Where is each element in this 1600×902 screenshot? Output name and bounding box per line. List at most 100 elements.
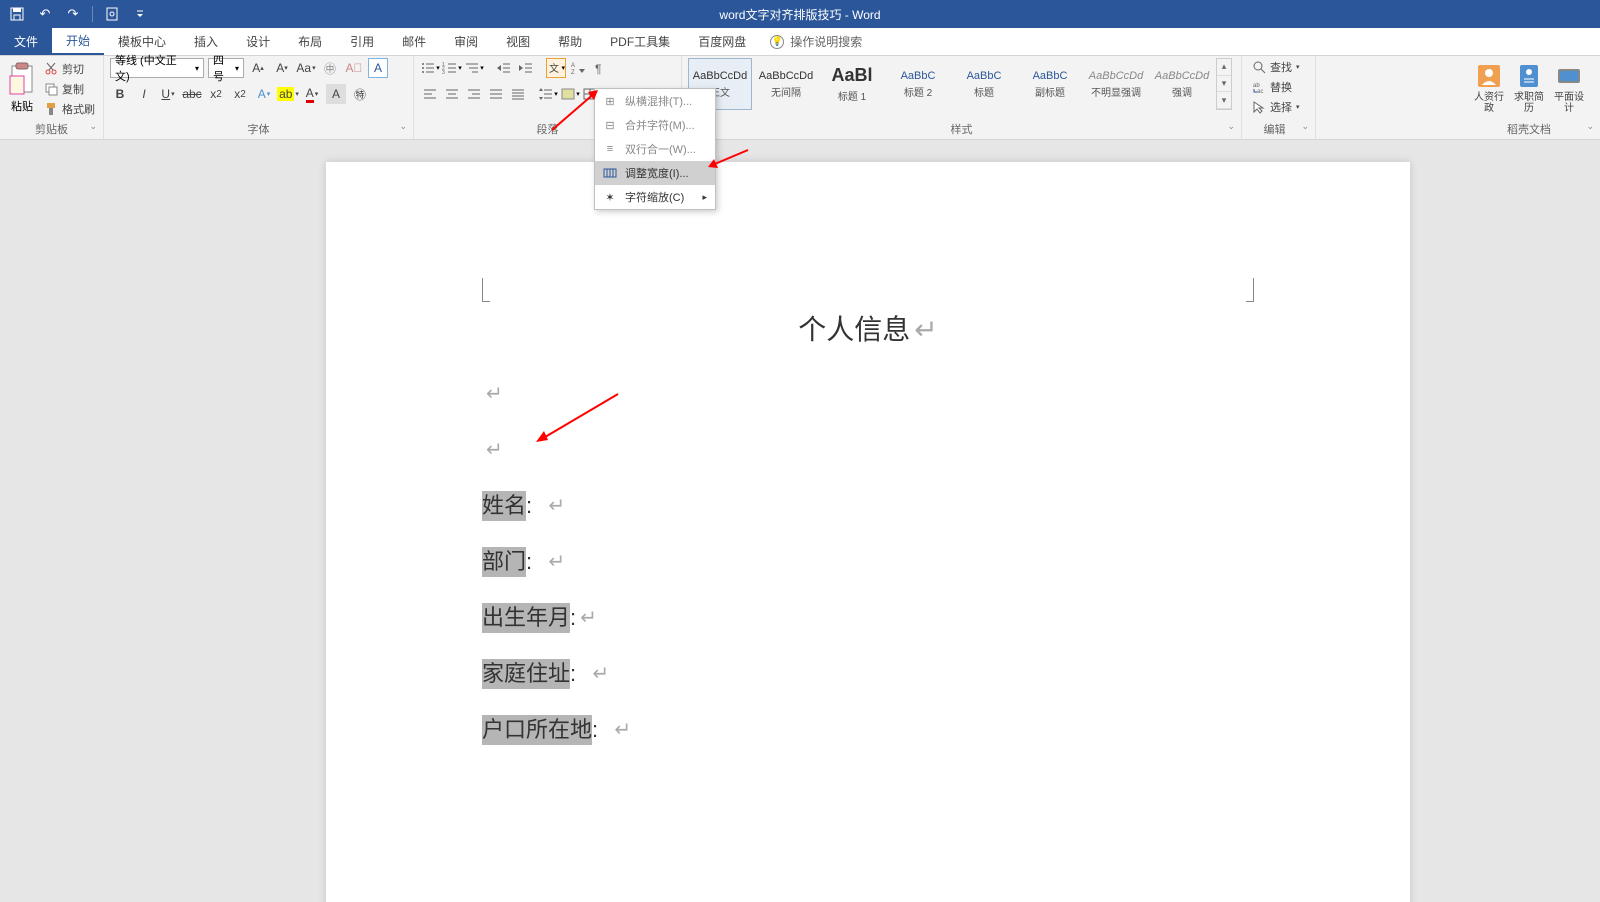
- field-line-address: 家庭住址: ↵: [482, 646, 631, 702]
- style-emphasis[interactable]: AaBbCcDd强调: [1150, 58, 1214, 110]
- tab-design[interactable]: 设计: [232, 28, 284, 55]
- shrink-font-button[interactable]: A▾: [272, 58, 292, 78]
- change-case-button[interactable]: Aa▾: [296, 58, 316, 78]
- combine-icon: ⊟: [603, 118, 617, 132]
- subscript-button[interactable]: x2: [206, 84, 226, 104]
- tab-view[interactable]: 视图: [492, 28, 544, 55]
- align-distribute-button[interactable]: [508, 84, 528, 104]
- indent-increase-button[interactable]: [516, 58, 536, 78]
- qat-dropdown-icon[interactable]: [131, 5, 149, 23]
- align-right-button[interactable]: [464, 84, 484, 104]
- tab-pdf[interactable]: PDF工具集: [596, 28, 684, 55]
- svg-text:Z: Z: [571, 70, 575, 75]
- tab-baidu[interactable]: 百度网盘: [684, 28, 760, 55]
- align-justify-button[interactable]: [486, 84, 506, 104]
- phonetic-button[interactable]: ㊥: [320, 58, 340, 78]
- clipboard-group-label: 剪贴板: [6, 119, 97, 139]
- tab-file[interactable]: 文件: [0, 28, 52, 55]
- group-panels: 人资行政 求职简历 平面设计 稻壳文档: [1458, 56, 1600, 139]
- show-marks-button[interactable]: ¶: [590, 58, 610, 78]
- svg-text:ac: ac: [1257, 89, 1263, 94]
- format-painter-button[interactable]: 格式刷: [42, 100, 97, 118]
- menu-vertical-horizontal[interactable]: ⊞纵横混排(T)...: [595, 89, 715, 113]
- align-center-button[interactable]: [442, 84, 462, 104]
- style-subtitle[interactable]: AaBbC副标题: [1018, 58, 1082, 110]
- multilevel-button[interactable]: ▾: [464, 58, 484, 78]
- select-button[interactable]: 选择▾: [1248, 98, 1304, 116]
- page[interactable]: 个人信息↵ ↵ ↵ 姓名: ↵ 部门: ↵ 出生年月:↵ 家庭住址: ↵ 户口所…: [326, 162, 1410, 902]
- tab-help[interactable]: 帮助: [544, 28, 596, 55]
- enclose-button[interactable]: ㊕: [350, 84, 370, 104]
- menu-combine-chars[interactable]: ⊟合并字符(M)...: [595, 113, 715, 137]
- field-line-birth: 出生年月:↵: [482, 590, 631, 646]
- qat-separator: [92, 6, 93, 22]
- char-border-button[interactable]: A: [368, 58, 388, 78]
- bullets-button[interactable]: ▾: [420, 58, 440, 78]
- find-button[interactable]: 查找▾: [1248, 58, 1304, 76]
- redo-icon[interactable]: ↷: [64, 5, 82, 23]
- sort-button[interactable]: AZ: [568, 58, 588, 78]
- tab-layout[interactable]: 布局: [284, 28, 336, 55]
- panel-hr[interactable]: 人资行政: [1472, 62, 1506, 114]
- bold-button[interactable]: B: [110, 84, 130, 104]
- tab-review[interactable]: 审阅: [440, 28, 492, 55]
- font-group-label: 字体: [110, 119, 407, 139]
- font-color-button[interactable]: A▾: [302, 84, 322, 104]
- font-size-select[interactable]: 四号▾: [208, 58, 244, 78]
- tab-references[interactable]: 引用: [336, 28, 388, 55]
- svg-text:¶: ¶: [595, 62, 601, 75]
- font-name-select[interactable]: 等线 (中文正文)▾: [110, 58, 204, 78]
- shading-button[interactable]: ▾: [560, 84, 580, 104]
- replace-button[interactable]: abac替换: [1248, 78, 1304, 96]
- margin-marker-right: [1246, 278, 1254, 302]
- twoline-icon: ≡: [603, 142, 617, 156]
- text-effects-button[interactable]: A▾: [254, 84, 274, 104]
- panel-flat[interactable]: 平面设计: [1552, 62, 1586, 114]
- styles-gallery[interactable]: AaBbCcDd正文 AaBbCcDd无间隔 AaBl标题 1 AaBbC标题 …: [688, 58, 1232, 110]
- styles-scroll[interactable]: ▴▾▾: [1216, 58, 1232, 110]
- strike-button[interactable]: abc: [182, 84, 202, 104]
- tab-insert[interactable]: 插入: [180, 28, 232, 55]
- preview-icon[interactable]: [103, 5, 121, 23]
- window-title: word文字对齐排版技巧 - Word: [719, 6, 880, 23]
- underline-button[interactable]: U▾: [158, 84, 178, 104]
- indent-decrease-button[interactable]: [494, 58, 514, 78]
- menu-fit-width[interactable]: 调整宽度(I)...: [595, 161, 715, 185]
- superscript-button[interactable]: x2: [230, 84, 250, 104]
- style-nospacing[interactable]: AaBbCcDd无间隔: [754, 58, 818, 110]
- lightbulb-icon: 💡: [770, 35, 784, 49]
- tab-home[interactable]: 开始: [52, 28, 104, 55]
- menu-char-scale[interactable]: ✶字符缩放(C): [595, 185, 715, 209]
- paste-label: 粘贴: [11, 98, 33, 114]
- copy-button[interactable]: 复制: [42, 80, 97, 98]
- style-title[interactable]: AaBbC标题: [952, 58, 1016, 110]
- asian-layout-dropdown: ⊞纵横混排(T)... ⊟合并字符(M)... ≡双行合一(W)... 调整宽度…: [594, 88, 716, 210]
- tab-mailings[interactable]: 邮件: [388, 28, 440, 55]
- char-shade-button[interactable]: A: [326, 84, 346, 104]
- cut-button[interactable]: 剪切: [42, 60, 97, 78]
- undo-icon[interactable]: ↶: [36, 5, 54, 23]
- empty-line-2: ↵: [482, 422, 631, 478]
- style-heading1[interactable]: AaBl标题 1: [820, 58, 884, 110]
- svg-text:3: 3: [442, 70, 445, 75]
- align-left-button[interactable]: [420, 84, 440, 104]
- italic-button[interactable]: I: [134, 84, 154, 104]
- menu-two-lines[interactable]: ≡双行合一(W)...: [595, 137, 715, 161]
- margin-marker-left: [482, 278, 490, 302]
- tab-template[interactable]: 模板中心: [104, 28, 180, 55]
- style-subtle[interactable]: AaBbCcDd不明显强调: [1084, 58, 1148, 110]
- paste-button[interactable]: 粘贴: [6, 62, 38, 114]
- grow-font-button[interactable]: A▴: [248, 58, 268, 78]
- panel-resume[interactable]: 求职简历: [1512, 62, 1546, 114]
- style-heading2[interactable]: AaBbC标题 2: [886, 58, 950, 110]
- tell-me-search[interactable]: 💡 操作说明搜索: [770, 28, 862, 55]
- save-icon[interactable]: [8, 5, 26, 23]
- numbering-button[interactable]: 123▾: [442, 58, 462, 78]
- line-spacing-button[interactable]: ▾: [538, 84, 558, 104]
- clear-format-button[interactable]: A⃠: [344, 58, 364, 78]
- highlight-button[interactable]: ab▾: [278, 84, 298, 104]
- asian-layout-button[interactable]: 文▾: [546, 58, 566, 78]
- vh-icon: ⊞: [603, 94, 617, 108]
- field-line-name: 姓名: ↵: [482, 478, 631, 534]
- quick-access-toolbar: ↶ ↷: [0, 5, 157, 23]
